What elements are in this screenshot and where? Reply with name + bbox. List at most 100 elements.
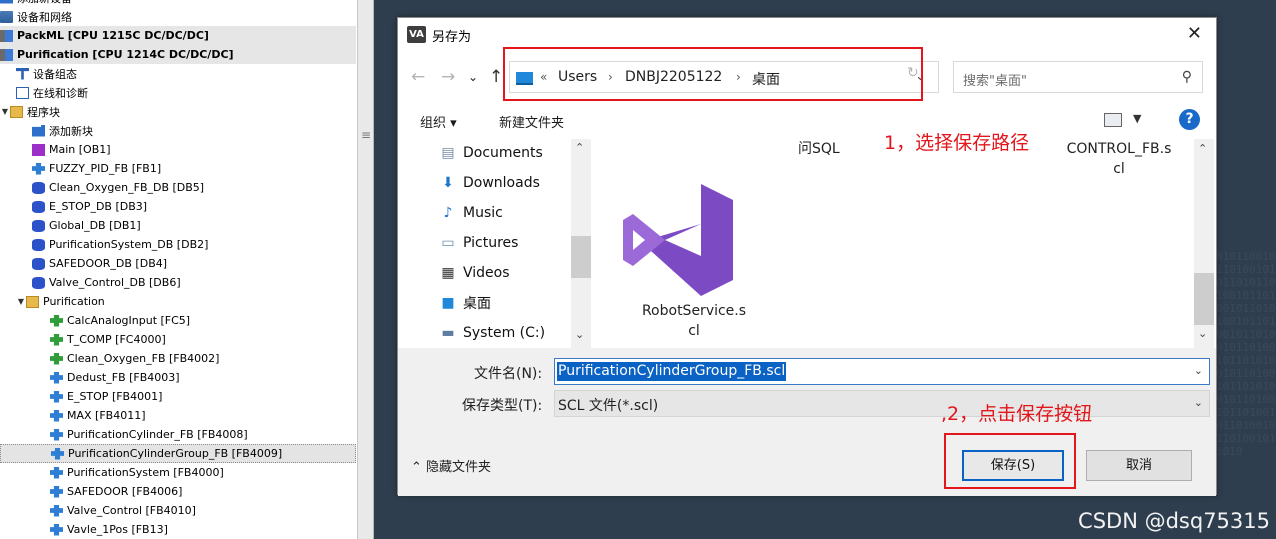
tree-item[interactable]: T_COMP [FC4000] [0, 330, 356, 349]
nav-item-label: Music [463, 205, 503, 221]
filetype-value: SCL 文件(*.scl) [558, 398, 659, 414]
scroll-down-icon[interactable]: ⌄ [1198, 327, 1207, 340]
tree-item[interactable]: Valve_Control_DB [DB6] [0, 273, 356, 292]
db-icon [32, 200, 45, 213]
nav-item-documents[interactable]: ▤ Documents [439, 141, 542, 165]
db-icon [32, 238, 45, 251]
nav-item-label: Videos [463, 265, 510, 281]
tree-item[interactable]: PurificationCylinder_FB [FB4008] [0, 425, 356, 444]
tree-item[interactable]: FUZZY_PID_FB [FB1] [0, 159, 356, 178]
view-options-icon[interactable] [1104, 113, 1122, 127]
back-arrow-icon[interactable]: ← [411, 67, 425, 87]
scroll-up-icon[interactable]: ⌃ [575, 141, 584, 154]
tree-item[interactable]: 在线和诊断 [0, 83, 356, 102]
nav-item-label: Downloads [463, 175, 540, 191]
tree-item-label: MAX [FB4011] [67, 409, 146, 422]
scroll-up-icon[interactable]: ⌃ [1198, 142, 1207, 155]
fb-icon [50, 428, 63, 441]
tree-item[interactable]: 设备组态 [0, 64, 356, 83]
tree-item[interactable]: Main [OB1] [0, 140, 356, 159]
forward-arrow-icon[interactable]: → [441, 67, 455, 87]
tree-item[interactable]: 设备和网络 [0, 7, 356, 26]
tree-item[interactable]: Valve_Control [FB4010] [0, 501, 356, 520]
dialog-title: 另存为 [432, 30, 472, 45]
tree-item-label: PurificationCylinderGroup_FB [FB4009] [68, 447, 283, 460]
ob-icon [32, 143, 45, 156]
documents-icon: ▤ [441, 144, 455, 161]
filename-dropdown-icon[interactable]: ⌄ [1194, 364, 1203, 377]
tree-item[interactable]: 添加新块 [0, 121, 356, 140]
organize-menu[interactable]: 组织 ▾ [420, 112, 457, 131]
nav-item-label: 桌面 [463, 296, 491, 312]
fb-icon [50, 504, 63, 517]
hide-folders-toggle[interactable]: ⌃ 隐藏文件夹 [411, 456, 491, 475]
pane-splitter[interactable] [358, 0, 374, 539]
annotation-note-2: ,2，点击保存按钮 [941, 403, 1093, 425]
nav-item-videos[interactable]: ▦ Videos [439, 261, 510, 285]
tree-item[interactable]: SAFEDOOR [FB4006] [0, 482, 356, 501]
tree-item[interactable]: PurificationSystem_DB [DB2] [0, 235, 356, 254]
annotation-note-1: 1，选择保存路径 [884, 132, 1030, 154]
nav-scrollbar-thumb[interactable] [571, 236, 591, 278]
tree-item[interactable]: PackML [CPU 1215C DC/DC/DC] [0, 26, 356, 45]
nav-item-system-drive[interactable]: ▬ System (C:) [439, 321, 545, 345]
tree-item[interactable]: Global_DB [DB1] [0, 216, 356, 235]
close-button[interactable]: ✕ [1187, 23, 1202, 44]
nav-item-pictures[interactable]: ▭ Pictures [439, 231, 518, 255]
visual-studio-file-icon[interactable] [623, 184, 733, 296]
add-block-icon [32, 124, 45, 137]
fb-icon [51, 447, 64, 460]
folder-icon [26, 295, 39, 308]
fb-icon [50, 371, 63, 384]
tree-item-label: 程序块 [27, 105, 60, 119]
network-icon [0, 10, 13, 23]
tree-item[interactable]: 添加新设备 [0, 0, 356, 7]
search-icon[interactable]: ⚲ [1182, 69, 1192, 85]
add-device-icon [0, 0, 13, 4]
file-scrollbar-thumb[interactable] [1194, 273, 1214, 325]
tree-item[interactable]: CalcAnalogInput [FC5] [0, 311, 356, 330]
tree-item[interactable]: PurificationCylinderGroup_FB [FB4009] [0, 444, 356, 463]
filename-value[interactable]: PurificationCylinderGroup_FB.scl [557, 362, 787, 381]
file-control-fb[interactable]: CONTROL_FB.s cl [1049, 139, 1189, 179]
tree-item[interactable]: SAFEDOOR_DB [DB4] [0, 254, 356, 273]
tree-item[interactable]: Dedust_FB [FB4003] [0, 368, 356, 387]
nav-item-music[interactable]: ♪ Music [439, 201, 503, 225]
tree-item[interactable]: ▼ 程序块 [0, 102, 356, 121]
tree-item[interactable]: E_STOP [FB4001] [0, 387, 356, 406]
tree-item[interactable]: MAX [FB4011] [0, 406, 356, 425]
recent-dropdown-icon[interactable]: ⌄ [468, 70, 478, 84]
new-folder-button[interactable]: 新建文件夹 [499, 112, 564, 131]
tree-item-label: Purification [CPU 1214C DC/DC/DC] [17, 48, 234, 61]
expand-arrow-icon[interactable]: ▼ [0, 107, 10, 116]
filename-field[interactable]: PurificationCylinderGroup_FB.scl ⌄ [554, 358, 1210, 385]
tree-item[interactable]: Clean_Oxygen_FB [FB4002] [0, 349, 356, 368]
splitter-grip-icon[interactable]: ≡ [361, 128, 371, 142]
tree-item-label: 添加新设备 [17, 0, 72, 6]
nav-item-desktop[interactable]: ■ 桌面 [439, 291, 491, 315]
expand-arrow-icon[interactable]: ▼ [16, 297, 26, 306]
tree-item[interactable]: Purification [CPU 1214C DC/DC/DC] [0, 45, 356, 64]
file-label-partial[interactable]: 问SQL [798, 139, 840, 159]
tree-item[interactable]: E_STOP_DB [DB3] [0, 197, 356, 216]
filetype-dropdown-icon[interactable]: ⌄ [1194, 396, 1203, 409]
search-box[interactable]: 搜索"桌面" ⚲ [953, 61, 1203, 93]
help-icon[interactable]: ? [1179, 109, 1200, 130]
pictures-icon: ▭ [441, 234, 455, 251]
file-robotservice[interactable]: RobotService.s cl [619, 301, 769, 341]
tree-item[interactable]: ▼ Purification [0, 292, 356, 311]
scroll-down-icon[interactable]: ⌄ [575, 328, 584, 341]
fb-icon [50, 485, 63, 498]
fc-icon [50, 333, 63, 346]
tree-item[interactable]: PurificationSystem [FB4000] [0, 463, 356, 482]
tree-item-label: SAFEDOOR [FB4006] [67, 485, 183, 498]
tree-item[interactable]: Vavle_1Pos [FB13] [0, 520, 356, 539]
up-arrow-icon[interactable]: ↑ [489, 67, 503, 87]
cancel-button[interactable]: 取消 [1086, 450, 1192, 481]
tree-item[interactable]: Clean_Oxygen_FB_DB [DB5] [0, 178, 356, 197]
nav-item-label: Pictures [463, 235, 519, 251]
music-icon: ♪ [443, 204, 453, 221]
nav-item-downloads[interactable]: ⬇ Downloads [439, 171, 540, 195]
view-dropdown-icon[interactable]: ▼ [1133, 112, 1141, 125]
filetype-select[interactable]: SCL 文件(*.scl) ⌄ [554, 390, 1210, 417]
